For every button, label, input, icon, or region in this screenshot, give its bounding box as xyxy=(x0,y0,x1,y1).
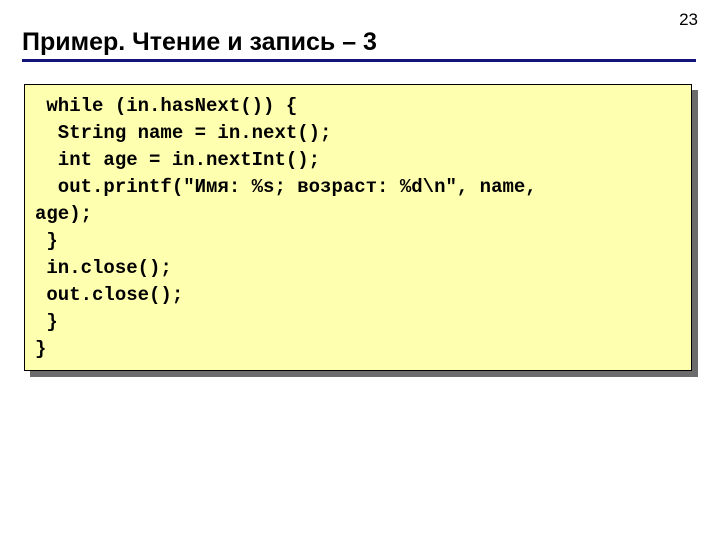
code-box: while (in.hasNext()) { String name = in.… xyxy=(24,84,692,371)
slide: 23 Пример. Чтение и запись – 3 while (in… xyxy=(0,0,720,540)
title-rule xyxy=(22,59,696,62)
code-listing: while (in.hasNext()) { String name = in.… xyxy=(35,93,681,363)
slide-title: Пример. Чтение и запись – 3 xyxy=(22,28,698,57)
page-number: 23 xyxy=(679,10,698,30)
